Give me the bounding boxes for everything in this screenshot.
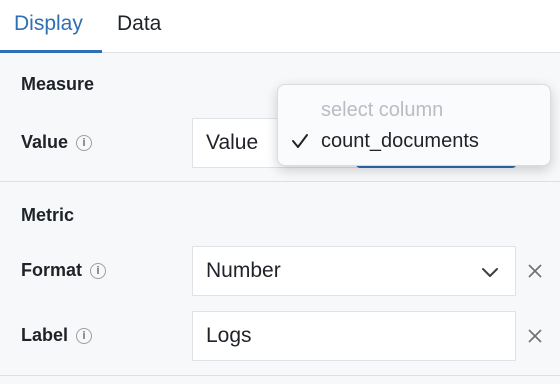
divider [0, 181, 560, 182]
label-input-value: Logs [206, 324, 252, 347]
active-tab-indicator [0, 50, 102, 53]
format-row-label: Format i [21, 260, 107, 281]
label-label: Label [21, 325, 69, 345]
value-field-text: Value [206, 131, 259, 154]
value-row-label: Value i [21, 132, 93, 153]
label-input[interactable]: Logs [192, 311, 516, 361]
info-icon[interactable]: i [76, 327, 93, 344]
dropdown-option-label: count_documents [321, 130, 479, 152]
measure-section-title: Measure [21, 74, 95, 94]
format-select[interactable]: Number [192, 246, 516, 296]
label-row-label: Label i [21, 325, 93, 346]
divider [0, 375, 560, 376]
format-label: Format [21, 260, 83, 280]
column-dropdown-menu: select column count_documents [277, 84, 551, 166]
tab-bar: Display Data [0, 0, 560, 53]
clear-label-icon[interactable] [526, 327, 544, 345]
chevron-down-icon [482, 268, 498, 277]
dropdown-placeholder-option: select column [321, 99, 444, 121]
tab-data[interactable]: Data [117, 0, 161, 52]
clear-format-icon[interactable] [526, 262, 544, 280]
info-icon[interactable]: i [76, 134, 93, 151]
dropdown-option-count-documents[interactable]: count_documents [278, 125, 550, 157]
tab-display[interactable]: Display [14, 0, 83, 52]
metric-section-title: Metric [21, 205, 75, 225]
value-label: Value [21, 132, 69, 152]
format-select-value: Number [206, 259, 281, 282]
checkmark-icon [292, 134, 308, 148]
info-icon[interactable]: i [90, 262, 107, 279]
